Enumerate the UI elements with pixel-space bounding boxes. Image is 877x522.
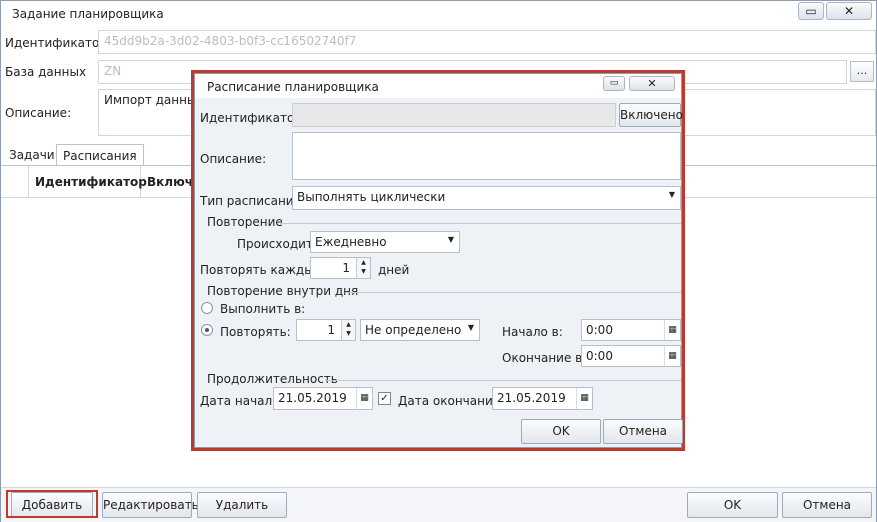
dialog-ok-button[interactable]: OK bbox=[521, 419, 601, 444]
date-start-field[interactable]: 21.05.2019 ▦ bbox=[273, 387, 373, 410]
close-icon: ✕ bbox=[647, 77, 657, 90]
date-end-label: Дата окончания: bbox=[398, 394, 505, 408]
repeat-unit-value: Не определено bbox=[365, 323, 462, 337]
duration-group-label: Продолжительность bbox=[207, 372, 338, 386]
edit-button[interactable]: Редактировать bbox=[102, 492, 199, 518]
tab-schedules[interactable]: Расписания bbox=[56, 144, 144, 166]
title-bar: Задание планировщика ▭ ✕ bbox=[1, 1, 876, 27]
dialog-desc-field[interactable] bbox=[292, 132, 681, 180]
close-icon: ✕ bbox=[843, 4, 855, 18]
chevron-down-icon: ▼ bbox=[467, 323, 474, 332]
schedule-type-select[interactable]: Выполнять циклически ▼ bbox=[292, 186, 681, 210]
repeat-spinner[interactable]: 1 ▲ ▼ bbox=[296, 319, 356, 341]
end-time-label: Окончание в: bbox=[502, 351, 587, 365]
enabled-toggle-button[interactable]: Включено bbox=[619, 103, 683, 127]
chevron-down-icon: ▼ bbox=[668, 190, 675, 199]
grid-indicator-column bbox=[1, 166, 29, 198]
start-time-field[interactable]: 0:00 ▦ bbox=[581, 319, 681, 341]
dialog-cancel-button[interactable]: Отмена bbox=[603, 419, 683, 444]
date-end-checkbox[interactable]: ✓ bbox=[378, 392, 391, 405]
db-label: База данных bbox=[5, 65, 87, 79]
occurs-label: Происходит: bbox=[237, 237, 317, 251]
spinner-arrows-icon[interactable]: ▲ ▼ bbox=[356, 258, 370, 278]
occurs-value: Ежедневно bbox=[315, 235, 387, 249]
duration-group-divider bbox=[325, 380, 681, 381]
checkmark-icon: ✓ bbox=[380, 393, 389, 404]
close-button[interactable]: ✕ bbox=[826, 2, 872, 20]
end-time-field[interactable]: 0:00 ▦ bbox=[581, 345, 681, 367]
date-start-value: 21.05.2019 bbox=[278, 391, 347, 405]
ok-button[interactable]: OK bbox=[687, 492, 778, 518]
every-spinner[interactable]: 1 ▲ ▼ bbox=[310, 257, 371, 279]
intraday-group-divider bbox=[345, 292, 681, 293]
delete-button[interactable]: Удалить bbox=[197, 492, 287, 518]
calendar-icon[interactable]: ▦ bbox=[664, 346, 680, 366]
id-field[interactable]: 45dd9b2a-3d02-4803-b0f3-cc16502740f7 bbox=[98, 30, 876, 54]
date-start-label: Дата начала: bbox=[200, 394, 284, 408]
run-at-label: Выполнить в: bbox=[220, 302, 306, 316]
every-unit-label: дней bbox=[378, 263, 410, 277]
end-time-value: 0:00 bbox=[586, 349, 613, 363]
every-label: Повторять каждые: bbox=[200, 263, 326, 277]
repeat-label: Повторять: bbox=[220, 325, 291, 339]
add-button-highlight bbox=[6, 490, 98, 518]
schedule-type-label: Тип расписания: bbox=[200, 194, 305, 208]
calendar-icon[interactable]: ▦ bbox=[664, 320, 680, 340]
schedule-type-value: Выполнять циклически bbox=[297, 190, 446, 204]
every-value: 1 bbox=[342, 261, 350, 275]
dialog-title: Расписание планировщика bbox=[207, 80, 379, 94]
repeat-unit-select[interactable]: Не определено ▼ bbox=[360, 319, 480, 341]
repeat-radio[interactable] bbox=[201, 324, 213, 336]
calendar-icon[interactable]: ▦ bbox=[576, 388, 592, 409]
id-label: Идентификатор: bbox=[5, 36, 111, 50]
dialog-restore-button[interactable]: ▭ bbox=[603, 76, 625, 91]
cancel-button[interactable]: Отмена bbox=[782, 492, 872, 518]
date-end-field[interactable]: 21.05.2019 ▦ bbox=[492, 387, 593, 410]
repeat-group-label: Повторение bbox=[207, 215, 283, 229]
intraday-group-label: Повторение внутри дня bbox=[207, 284, 359, 298]
date-end-value: 21.05.2019 bbox=[497, 391, 566, 405]
restore-button[interactable]: ▭ bbox=[798, 2, 824, 20]
bottom-bar: Добавить Редактировать Удалить OK Отмена bbox=[1, 487, 876, 522]
window-title: Задание планировщика bbox=[12, 7, 164, 21]
repeat-value: 1 bbox=[327, 323, 335, 337]
occurs-select[interactable]: Ежедневно ▼ bbox=[310, 231, 460, 253]
spinner-arrows-icon[interactable]: ▲ ▼ bbox=[341, 320, 355, 340]
chevron-down-icon: ▼ bbox=[447, 235, 454, 244]
desc-label: Описание: bbox=[5, 106, 72, 120]
tab-tasks[interactable]: Задачи bbox=[3, 144, 61, 166]
restore-icon: ▭ bbox=[609, 78, 619, 88]
dialog-title-bar: Расписание планировщика ▭ ✕ bbox=[195, 74, 681, 98]
repeat-group-divider bbox=[280, 223, 681, 224]
restore-icon: ▭ bbox=[805, 4, 817, 18]
run-at-radio[interactable] bbox=[201, 302, 213, 314]
dialog-desc-label: Описание: bbox=[200, 152, 267, 166]
db-browse-button[interactable]: ... bbox=[850, 61, 874, 82]
dialog-id-label: Идентификатор: bbox=[200, 111, 306, 125]
calendar-icon[interactable]: ▦ bbox=[356, 388, 372, 409]
start-time-value: 0:00 bbox=[586, 323, 613, 337]
start-time-label: Начало в: bbox=[502, 325, 563, 339]
grid-header-id[interactable]: Идентификатор bbox=[29, 166, 147, 198]
dialog-id-field[interactable] bbox=[292, 103, 616, 127]
dialog-close-button[interactable]: ✕ bbox=[629, 76, 675, 91]
schedule-dialog: Расписание планировщика ▭ ✕ Идентификато… bbox=[191, 70, 685, 451]
